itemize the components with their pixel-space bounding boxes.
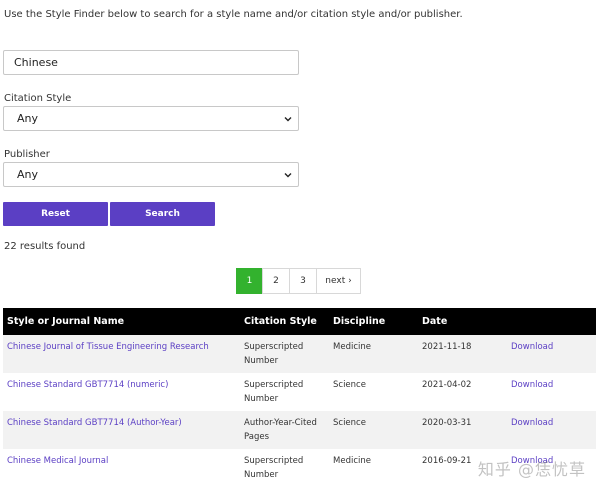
intro-text: Use the Style Finder below to search for… <box>4 9 463 20</box>
watermark: 知乎 @恁忧草 <box>477 460 586 479</box>
header-citation-style: Citation Style <box>244 316 317 327</box>
style-name-link[interactable]: Chinese Medical Journal <box>7 455 108 469</box>
page-3-button[interactable]: 3 <box>289 268 317 294</box>
style-name-link[interactable]: Chinese Journal of Tissue Engineering Re… <box>7 341 209 355</box>
search-button[interactable]: Search <box>110 202 215 226</box>
table-header: Style or Journal Name Citation Style Dis… <box>3 308 596 335</box>
date-cell: 2016-09-21 <box>422 456 472 466</box>
chevron-down-icon <box>284 172 292 177</box>
download-link[interactable]: Download <box>511 379 553 393</box>
download-link[interactable]: Download <box>511 417 553 431</box>
header-date: Date <box>422 316 448 327</box>
chevron-down-icon <box>284 116 292 121</box>
citation-style-cell: Superscripted Number <box>244 342 304 366</box>
table-row: Chinese Standard GBT7714 (numeric) Super… <box>3 373 596 411</box>
date-cell: 2021-04-02 <box>422 380 472 390</box>
discipline-cell: Medicine <box>333 342 371 352</box>
citation-style-cell: Superscripted Number <box>244 456 304 480</box>
style-name-link[interactable]: Chinese Standard GBT7714 (Author-Year) <box>7 417 182 431</box>
header-discipline: Discipline <box>333 316 386 327</box>
table-row: Chinese Journal of Tissue Engineering Re… <box>3 335 596 373</box>
download-link[interactable]: Download <box>511 341 553 355</box>
search-input[interactable] <box>3 50 299 75</box>
table-row: Chinese Standard GBT7714 (Author-Year) A… <box>3 411 596 449</box>
discipline-cell: Science <box>333 380 366 390</box>
page-1-button[interactable]: 1 <box>236 268 263 294</box>
publisher-label: Publisher <box>4 149 50 160</box>
date-cell: 2020-03-31 <box>422 418 472 428</box>
discipline-cell: Science <box>333 418 366 428</box>
pagination: 1 2 3 next › <box>236 268 361 294</box>
style-name-link[interactable]: Chinese Standard GBT7714 (numeric) <box>7 379 168 393</box>
next-page-button[interactable]: next › <box>316 268 361 294</box>
discipline-cell: Medicine <box>333 456 371 466</box>
citation-style-cell: Author-Year-Cited Pages <box>244 418 317 442</box>
citation-style-select[interactable]: Any <box>3 106 299 131</box>
citation-style-label: Citation Style <box>4 93 72 104</box>
reset-button[interactable]: Reset <box>3 202 108 226</box>
publisher-select[interactable]: Any <box>3 162 299 187</box>
date-cell: 2021-11-18 <box>422 342 472 352</box>
publisher-value: Any <box>17 168 39 181</box>
citation-style-cell: Superscripted Number <box>244 380 304 404</box>
page-2-button[interactable]: 2 <box>262 268 290 294</box>
header-style-name: Style or Journal Name <box>7 316 125 327</box>
citation-style-value: Any <box>17 112 39 125</box>
results-count: 22 results found <box>4 241 86 252</box>
